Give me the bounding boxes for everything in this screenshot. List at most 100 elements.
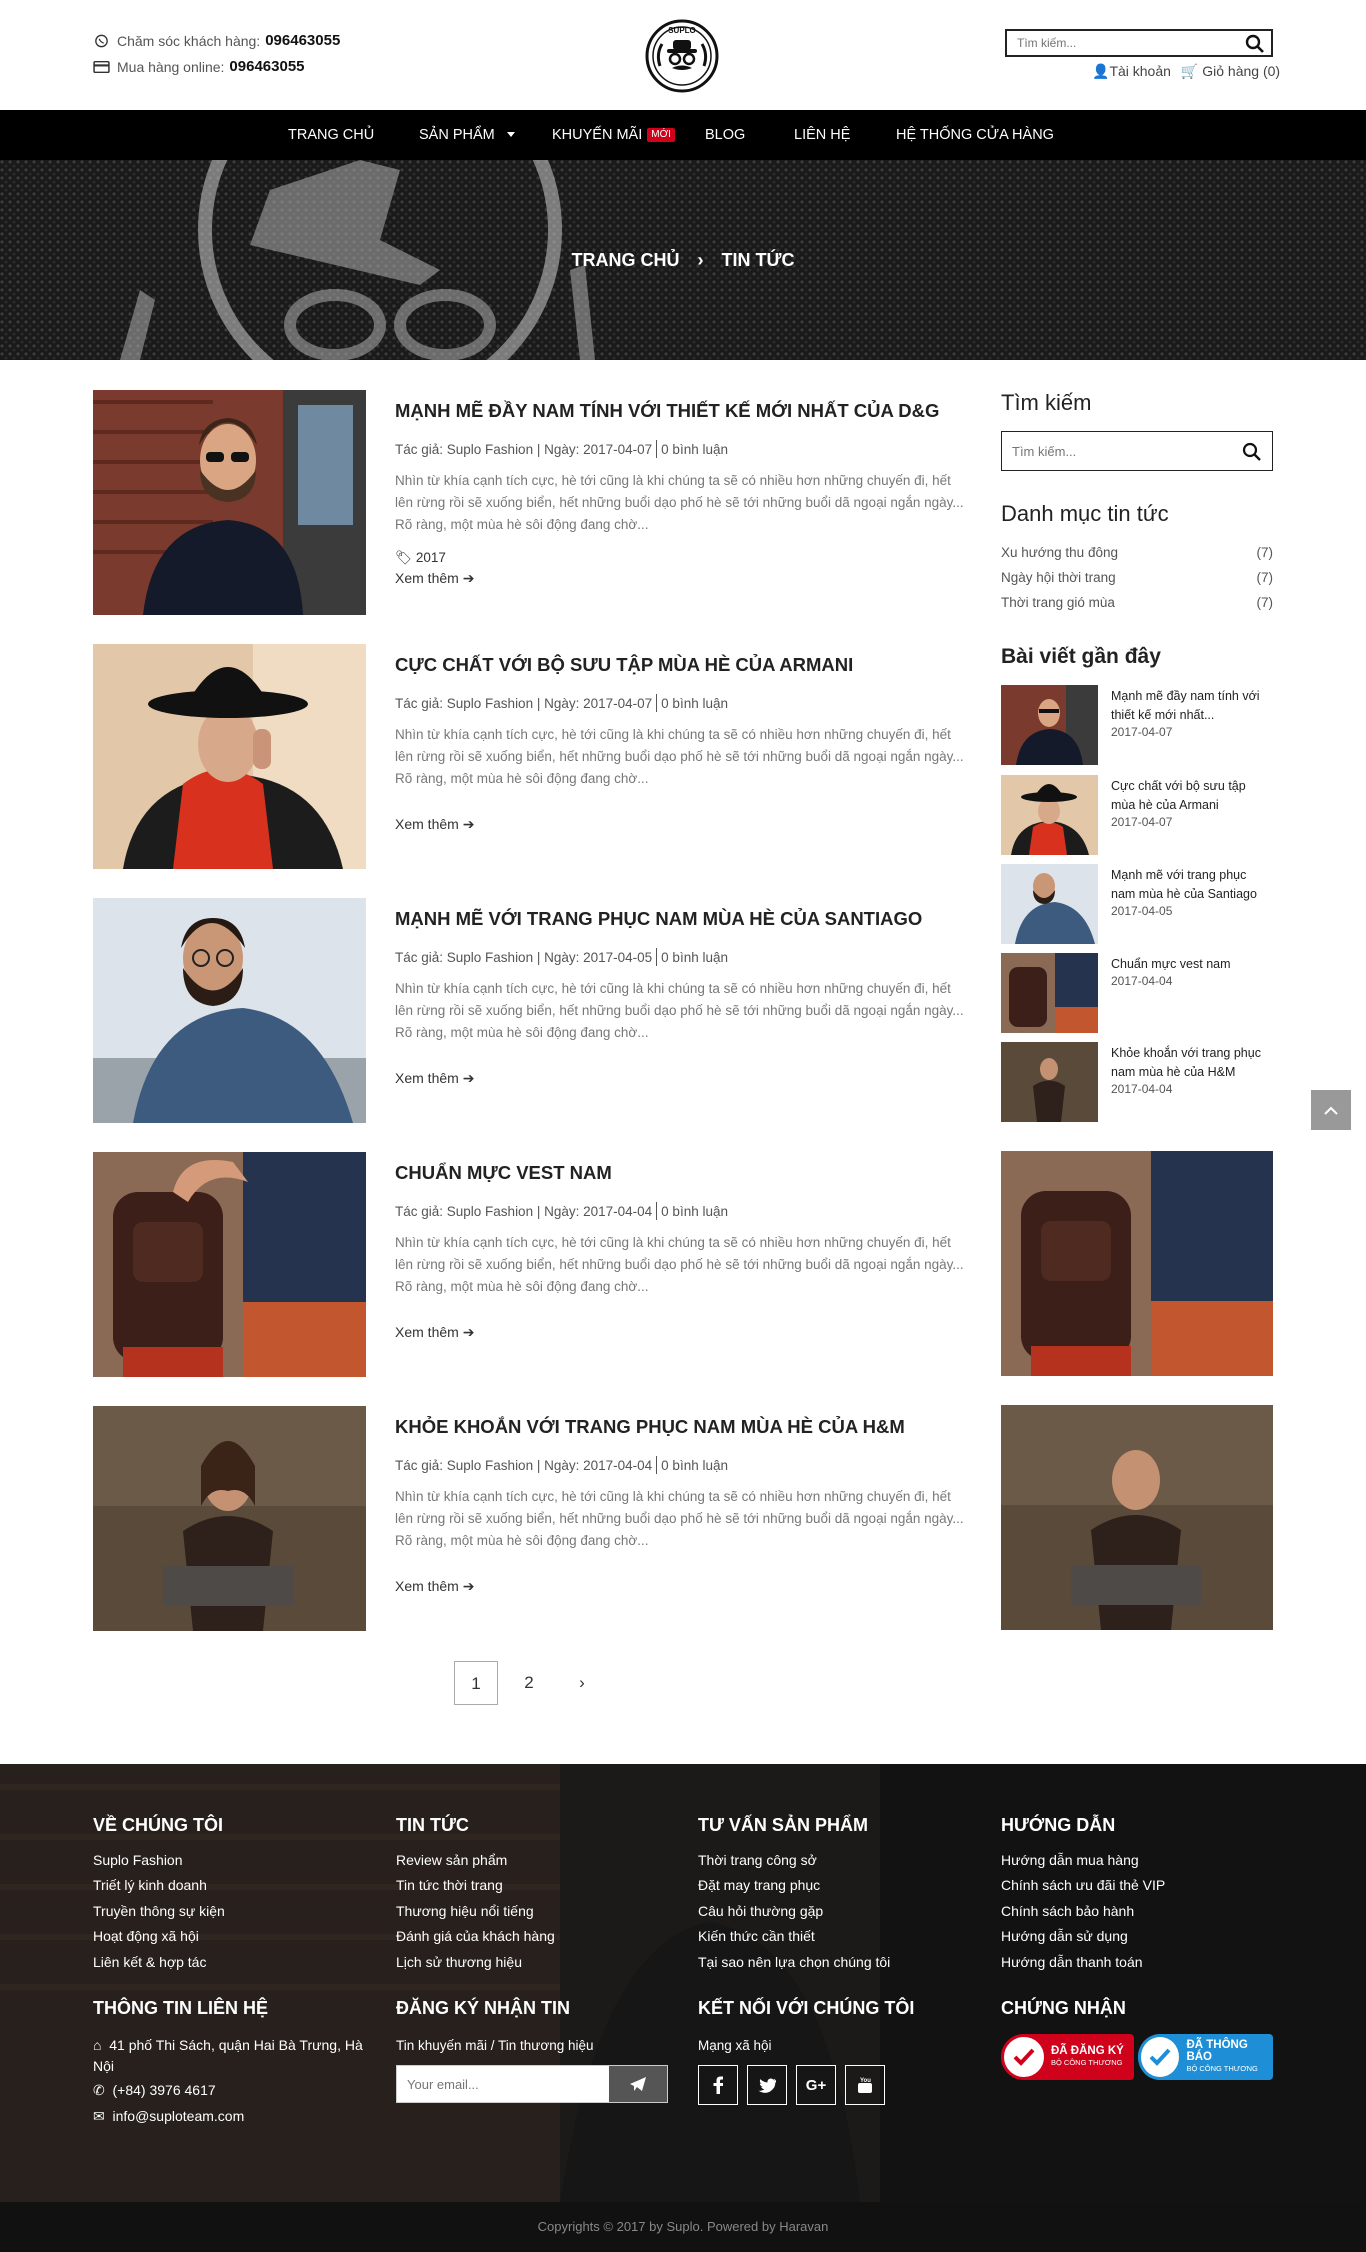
suplo-logo[interactable]: SUPLO xyxy=(644,18,720,94)
category-item[interactable]: Xu hướng thu đông (7) xyxy=(1001,545,1273,560)
registered-badge[interactable]: ĐÃ ĐĂNG KÝ BỘ CÔNG THƯƠNG xyxy=(1001,2034,1134,2080)
footer-link[interactable]: Suplo Fashion xyxy=(93,1852,183,1868)
category-item[interactable]: Thời trang gió mùa (7) xyxy=(1001,595,1273,610)
post-thumbnail[interactable] xyxy=(93,1406,366,1631)
post-title[interactable]: KHỎE KHOẮN VỚI TRANG PHỤC NAM MÙA HÈ CỦA… xyxy=(395,1416,905,1438)
nav-item-blog[interactable]: BLOG xyxy=(705,110,745,160)
next-page-button[interactable]: › xyxy=(560,1661,604,1705)
facebook-icon[interactable] xyxy=(698,2065,738,2105)
post-excerpt: Nhìn từ khía cạnh tích cực, hè tới cũng … xyxy=(395,473,964,532)
footer-email[interactable]: ✉ info@suploteam.com xyxy=(93,2108,244,2125)
footer-link[interactable]: Liên kết & hợp tác xyxy=(93,1954,206,1970)
post-thumbnail[interactable] xyxy=(93,1152,366,1377)
nav-item-promotions[interactable]: KHUYẾN MÃI MỚI xyxy=(552,110,675,160)
nav-item-contact[interactable]: LIÊN HỆ xyxy=(794,110,850,160)
footer-link[interactable]: Chính sách ưu đãi thẻ VIP xyxy=(1001,1877,1165,1893)
footer-link[interactable]: Đặt may trang phục xyxy=(698,1877,820,1893)
post-comments[interactable]: 0 bình luận xyxy=(661,442,728,457)
sidebar-ad-banner[interactable] xyxy=(1001,1405,1273,1630)
post-comments[interactable]: 0 bình luận xyxy=(661,1458,728,1473)
footer-link[interactable]: Hoạt động xã hội xyxy=(93,1928,199,1944)
recent-post-title[interactable]: Mạnh mẽ với trang phục nam mùa hè của Sa… xyxy=(1111,866,1271,904)
recent-post-item[interactable]: Mạnh mẽ đầy nam tính với thiết kế mới nh… xyxy=(1001,685,1273,765)
category-item[interactable]: Ngày hội thời trang (7) xyxy=(1001,570,1273,585)
post-comments[interactable]: 0 bình luận xyxy=(661,696,728,711)
recent-post-item[interactable]: Mạnh mẽ với trang phục nam mùa hè của Sa… xyxy=(1001,864,1273,944)
recent-post-thumbnail[interactable] xyxy=(1001,685,1098,765)
post-title[interactable]: MẠNH MẼ ĐẦY NAM TÍNH VỚI THIẾT KẾ MỚI NH… xyxy=(395,400,939,422)
post-title[interactable]: CHUẨN MỰC VEST NAM xyxy=(395,1162,612,1184)
youtube-icon[interactable]: You xyxy=(845,2065,885,2105)
footer-link[interactable]: Thương hiệu nổi tiếng xyxy=(396,1903,534,1919)
post-comments[interactable]: 0 bình luận xyxy=(661,950,728,965)
recent-post-thumbnail[interactable] xyxy=(1001,953,1098,1033)
read-more-link[interactable]: Xem thêm ➔ xyxy=(395,1070,474,1087)
footer-link[interactable]: Chính sách bảo hành xyxy=(1001,1903,1134,1919)
post-tag[interactable]: 🏷 2017 xyxy=(395,550,446,566)
read-more-link[interactable]: Xem thêm ➔ xyxy=(395,1324,474,1341)
chevron-down-icon xyxy=(506,132,515,137)
post-comments[interactable]: 0 bình luận xyxy=(661,1204,728,1219)
page-1-button[interactable]: 1 xyxy=(454,1661,498,1705)
footer-news-title: TIN TỨC xyxy=(396,1815,469,1835)
recent-post-thumbnail[interactable] xyxy=(1001,864,1098,944)
twitter-icon[interactable] xyxy=(747,2065,787,2105)
footer-link[interactable]: Lịch sử thương hiệu xyxy=(396,1954,522,1970)
recent-post-item[interactable]: Chuẩn mực vest nam 2017-04-04 xyxy=(1001,953,1273,1033)
recent-post-date: 2017-04-05 xyxy=(1111,904,1173,918)
footer-link[interactable]: Truyền thông sự kiện xyxy=(93,1903,225,1919)
nav-item-stores[interactable]: HỆ THỐNG CỬA HÀNG xyxy=(896,110,1054,160)
footer-link[interactable]: Đánh giá của khách hàng xyxy=(396,1928,555,1944)
header-search-input[interactable] xyxy=(1007,31,1227,55)
post-author-date: Tác giả: Suplo Fashion | Ngày: 2017-04-0… xyxy=(395,696,653,711)
post-title[interactable]: CỰC CHẤT VỚI BỘ SƯU TẬP MÙA HÈ CỦA ARMAN… xyxy=(395,654,853,676)
page-2-button[interactable]: 2 xyxy=(507,1661,551,1705)
recent-post-thumbnail[interactable] xyxy=(1001,775,1098,855)
badge-text: ĐÃ THÔNG BÁO BỘ CÔNG THƯƠNG xyxy=(1182,2039,1273,2075)
sidebar-ad-banner[interactable] xyxy=(1001,1151,1273,1376)
recent-post-title[interactable]: Chuẩn mực vest nam xyxy=(1111,955,1271,974)
support-phone[interactable]: 096463055 xyxy=(265,32,340,49)
footer-phone[interactable]: ✆ (+84) 3976 4617 xyxy=(93,2082,216,2099)
footer-link[interactable]: Kiến thức cần thiết xyxy=(698,1928,815,1944)
footer-link[interactable]: Triết lý kinh doanh xyxy=(93,1877,207,1893)
sidebar-search-input[interactable] xyxy=(1002,432,1222,470)
post-thumbnail[interactable] xyxy=(93,898,366,1123)
notified-badge[interactable]: ĐÃ THÔNG BÁO BỘ CÔNG THƯƠNG xyxy=(1138,2034,1273,2080)
nav-item-home[interactable]: TRANG CHỦ xyxy=(288,110,374,160)
post-thumbnail[interactable] xyxy=(93,390,366,615)
footer-link[interactable]: Tại sao nên lựa chọn chúng tôi xyxy=(698,1954,890,1970)
back-to-top-button[interactable] xyxy=(1311,1090,1351,1130)
footer-link[interactable]: Hướng dẫn sử dụng xyxy=(1001,1928,1128,1944)
post-meta: Tác giả: Suplo Fashion | Ngày: 2017-04-0… xyxy=(395,440,728,458)
read-more-link[interactable]: Xem thêm ➔ xyxy=(395,816,474,833)
recent-post-title[interactable]: Cực chất với bộ sưu tập mùa hè của Arman… xyxy=(1111,777,1271,815)
footer-link[interactable]: Hướng dẫn thanh toán xyxy=(1001,1954,1143,1970)
post-title[interactable]: MẠNH MẼ VỚI TRANG PHỤC NAM MÙA HÈ CỦA SA… xyxy=(395,908,922,930)
nav-item-products[interactable]: SẢN PHẨM xyxy=(419,110,515,160)
footer-link[interactable]: Review sản phẩm xyxy=(396,1852,507,1868)
footer-cert-title: CHỨNG NHẬN xyxy=(1001,1998,1126,2018)
post-image-backpack xyxy=(93,1152,366,1377)
recent-post-item[interactable]: Cực chất với bộ sưu tập mùa hè của Arman… xyxy=(1001,775,1273,855)
online-phone[interactable]: 096463055 xyxy=(229,58,304,75)
read-more-link[interactable]: Xem thêm ➔ xyxy=(395,1578,474,1595)
footer-link[interactable]: Thời trang công sở xyxy=(698,1852,817,1868)
account-link[interactable]: 👤Tài khoản xyxy=(1092,63,1171,80)
breadcrumb-home[interactable]: TRANG CHỦ xyxy=(572,250,680,271)
cart-link[interactable]: 🛒 Giỏ hàng (0) xyxy=(1181,63,1280,80)
footer-link[interactable]: Câu hỏi thường gặp xyxy=(698,1903,823,1919)
post-thumbnail[interactable] xyxy=(93,644,366,869)
newsletter-email-input[interactable] xyxy=(397,2066,607,2102)
search-icon[interactable] xyxy=(1245,34,1265,54)
read-more-link[interactable]: Xem thêm ➔ xyxy=(395,570,474,587)
footer-link[interactable]: Hướng dẫn mua hàng xyxy=(1001,1852,1139,1868)
recent-post-title[interactable]: Mạnh mẽ đầy nam tính với thiết kế mới nh… xyxy=(1111,687,1271,725)
footer-link[interactable]: Tin tức thời trang xyxy=(396,1877,503,1893)
search-icon[interactable] xyxy=(1242,442,1262,462)
recent-post-thumbnail[interactable] xyxy=(1001,1042,1098,1122)
newsletter-submit-button[interactable] xyxy=(609,2066,667,2102)
recent-post-title[interactable]: Khỏe khoắn với trang phục nam mùa hè của… xyxy=(1111,1044,1271,1082)
google-plus-icon[interactable]: G+ xyxy=(796,2065,836,2105)
recent-post-item[interactable]: Khỏe khoắn với trang phục nam mùa hè của… xyxy=(1001,1042,1273,1122)
